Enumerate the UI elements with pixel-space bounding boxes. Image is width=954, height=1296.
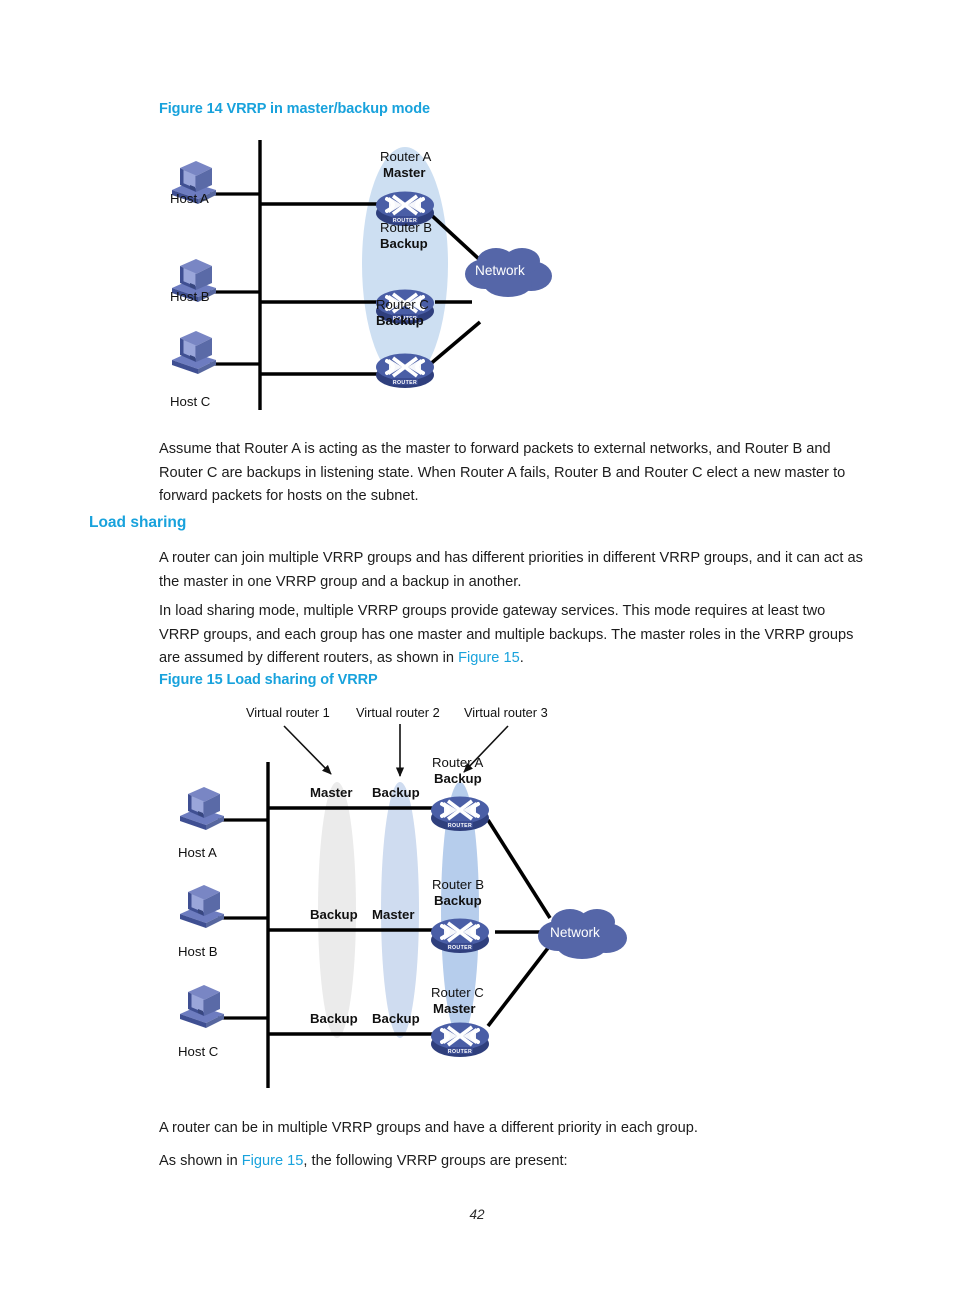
role-row-c-vr1: Backup (310, 1011, 358, 1026)
paragraph-after-figure-15-1: A router can be in multiple VRRP groups … (159, 1120, 698, 1136)
document-page: Figure 14 VRRP in master/backup mode ROU… (0, 0, 954, 1296)
router-icon-c (429, 1020, 491, 1059)
router-icon-a (429, 794, 491, 833)
router-role-b: Backup (380, 236, 428, 251)
paragraph-load-sharing-2-text-b: . (519, 650, 524, 666)
router-role-a: Master (383, 165, 426, 180)
router-name-b: Router B (432, 877, 485, 892)
router-icon-b (429, 916, 491, 955)
router-icon-c (374, 351, 436, 390)
router-name-a: Router A (380, 149, 432, 164)
virtual-router-2-label: Virtual router 2 (356, 705, 440, 720)
router-name-c: Router C (376, 297, 429, 312)
paragraph-after-figure-15-2-text-b: , the following VRRP groups are present: (303, 1153, 568, 1169)
host-label-c: Host C (178, 1044, 219, 1059)
router-role-a: Backup (434, 771, 482, 786)
host-icon-a (180, 787, 224, 830)
network-cloud-label: Network (475, 263, 525, 278)
xref-figure-15-b[interactable]: Figure 15 (242, 1153, 304, 1169)
paragraph-after-figure-15-2-text-a: As shown in (159, 1153, 242, 1169)
host-label-a: Host A (178, 845, 217, 860)
figure-15-diagram: Virtual router 1 Virtual router 2 Virtua… (150, 700, 650, 1090)
host-icon-c (180, 985, 224, 1028)
xref-figure-15-a[interactable]: Figure 15 (458, 650, 520, 666)
figure-14-caption: Figure 14 VRRP in master/backup mode (159, 101, 430, 117)
paragraph-after-figure-15-2: As shown in Figure 15, the following VRR… (159, 1150, 869, 1174)
host-label-c: Host C (170, 394, 211, 409)
router-name-c: Router C (431, 985, 484, 1000)
role-row-c-vr2: Backup (372, 1011, 420, 1026)
figure-15-canvas (180, 724, 627, 1088)
router-role-b: Backup (434, 893, 482, 908)
router-role-c: Backup (376, 313, 424, 328)
page-number: 42 (469, 1207, 485, 1222)
virtual-router-1-arrow (283, 725, 332, 775)
role-row-b-vr2: Master (372, 907, 415, 922)
role-row-a-vr1: Master (310, 785, 353, 800)
router-name-a: Router A (432, 755, 484, 770)
vrrp-group-ellipse (362, 147, 448, 381)
virtual-router-1-label: Virtual router 1 (246, 705, 330, 720)
figure-14-diagram: ROUTER (150, 132, 580, 417)
router-role-c: Master (433, 1001, 476, 1016)
host-label-b: Host B (170, 289, 210, 304)
host-icon-b (180, 885, 224, 928)
role-row-b-vr1: Backup (310, 907, 358, 922)
virtual-router-3-label: Virtual router 3 (464, 705, 548, 720)
router-name-b: Router B (380, 220, 433, 235)
paragraph-after-figure-14: Assume that Router A is acting as the ma… (159, 441, 846, 504)
host-label-b: Host B (178, 944, 218, 959)
network-cloud-label: Network (550, 925, 600, 940)
role-row-a-vr2: Backup (372, 785, 420, 800)
host-icon-c (172, 331, 216, 374)
paragraph-load-sharing-2: In load sharing mode, multiple VRRP grou… (159, 600, 869, 671)
host-label-a: Host A (170, 191, 209, 206)
paragraph-load-sharing-1: A router can join multiple VRRP groups a… (159, 550, 863, 590)
heading-load-sharing: Load sharing (89, 514, 187, 531)
figure-15-caption: Figure 15 Load sharing of VRRP (159, 672, 378, 688)
